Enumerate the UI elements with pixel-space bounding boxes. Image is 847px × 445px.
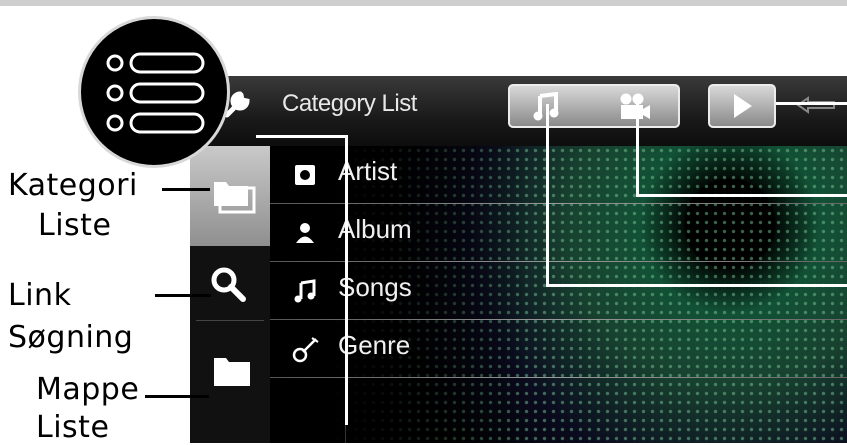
callout-line-video-h — [636, 194, 847, 197]
callout-line-list — [345, 135, 348, 425]
sidebar-item-search[interactable] — [190, 246, 270, 321]
video-camera-icon[interactable] — [618, 92, 652, 122]
callout-line-mappe — [145, 395, 209, 398]
callout-line-music-h — [546, 284, 847, 287]
list-menu-icon — [106, 52, 205, 134]
media-type-toggle[interactable] — [508, 84, 680, 128]
list-item-label: Album — [338, 214, 412, 244]
row-divider — [270, 377, 847, 378]
folder-icon — [214, 358, 250, 386]
list-item-album[interactable]: Album — [270, 204, 847, 262]
callout-line-play — [776, 102, 847, 105]
callout-mappe-line1: Mappe — [36, 372, 140, 407]
category-list: Artist Album Songs Genre — [270, 146, 847, 443]
play-icon — [734, 94, 752, 118]
callout-link-line1: Link — [8, 278, 72, 313]
callout-line-kategori — [162, 188, 210, 191]
sidebar-item-folder-list[interactable] — [190, 322, 270, 443]
music-note-icon — [294, 279, 316, 303]
top-divider — [0, 0, 847, 6]
callout-line-video — [636, 104, 639, 196]
device-screen: Category List Artist Album Songs Genre — [190, 76, 847, 443]
list-item-label: Songs — [338, 272, 412, 302]
now-playing-button[interactable] — [708, 84, 776, 128]
callout-kategori-line2: Liste — [38, 208, 112, 243]
folder-stack-icon — [214, 182, 256, 214]
sidebar-item-category-list[interactable] — [190, 146, 270, 246]
list-item-songs[interactable]: Songs — [270, 262, 847, 320]
callout-link-line2: Søgning — [8, 320, 134, 355]
back-arrow-icon[interactable] — [794, 94, 844, 116]
callout-line-music — [546, 104, 549, 286]
callout-mappe-line2: Liste — [36, 410, 110, 445]
search-icon — [211, 267, 246, 302]
list-item-label: Genre — [338, 330, 411, 360]
guitar-icon — [292, 337, 319, 363]
callout-kategori-line1: Kategori — [8, 168, 138, 203]
page-title: Category List — [282, 90, 417, 117]
callout-line-link — [155, 294, 211, 297]
album-person-icon — [296, 223, 314, 243]
artist-icon — [295, 165, 315, 185]
callout-line-title — [256, 135, 346, 138]
list-view-icon[interactable] — [78, 16, 230, 168]
list-item-genre[interactable]: Genre — [270, 320, 847, 378]
